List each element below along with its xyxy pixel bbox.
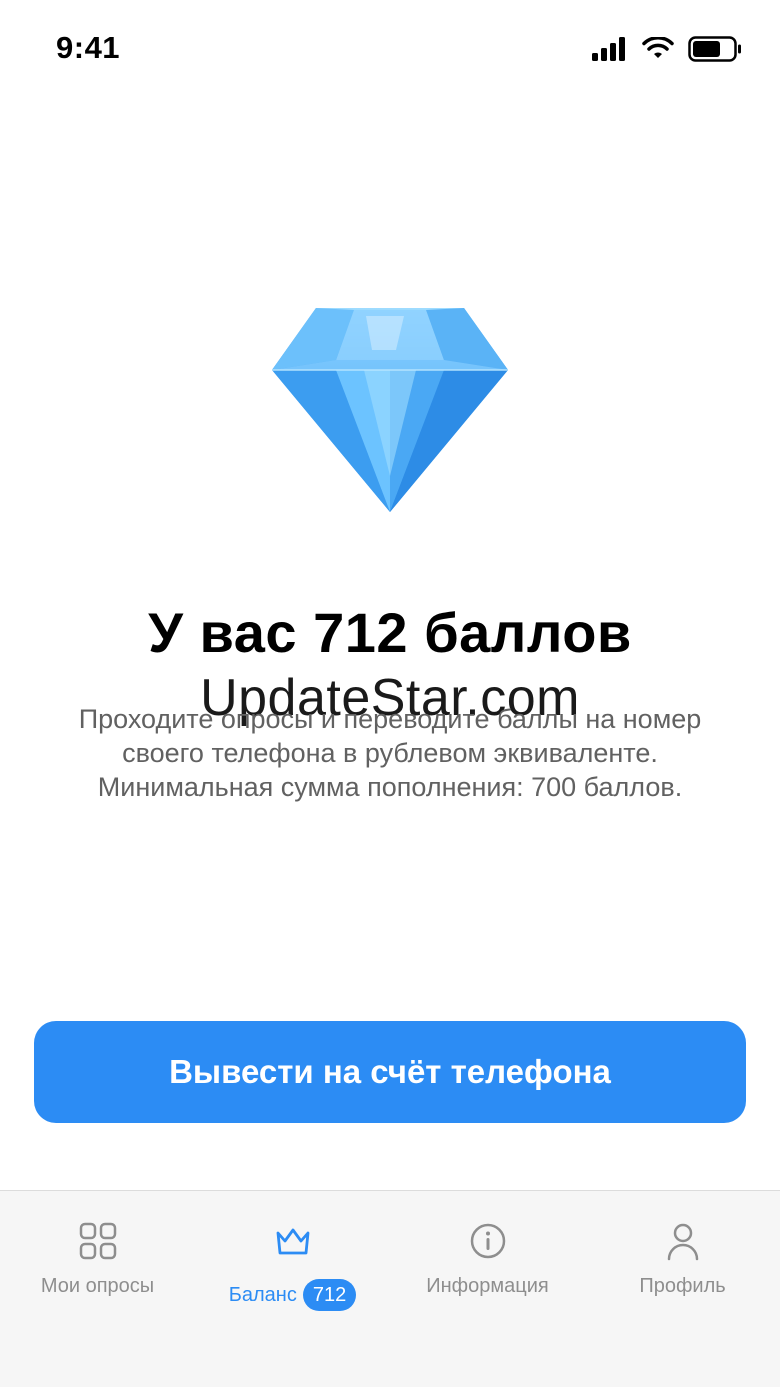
description-line: своего телефона в рублевом эквиваленте. [122,738,658,768]
tab-my-surveys[interactable]: Мои опросы [0,1191,195,1331]
diamond-icon [272,308,508,512]
tab-profile[interactable]: Профиль [585,1191,780,1331]
description-line: Минимальная сумма пополнения: 700 баллов… [97,772,683,802]
tab-label-wrap: Баланс 712 [195,1279,390,1311]
info-icon [470,1223,505,1259]
signal-icon [592,37,625,61]
balance-title: У вас 712 баллов [148,601,632,664]
withdraw-to-phone-button[interactable]: Вывести на счёт телефона [34,1021,746,1123]
tab-label: Мои опросы [40,1275,155,1297]
tab-label: Баланс [228,1283,297,1306]
user-icon [667,1223,698,1261]
status-icons [592,36,742,62]
description-line: Проходите опросы и переводите баллы на н… [78,704,702,734]
tab-information[interactable]: Информация [390,1191,585,1331]
crown-icon [276,1228,309,1255]
tab-balance[interactable]: Баланс 712 [195,1191,390,1331]
balance-description: Проходите опросы и переводите баллы на н… [30,702,750,804]
tab-bar: Мои опросы Баланс 712 Информация Профиль [0,1190,780,1387]
wifi-icon [642,37,674,58]
status-time: 9:41 [56,30,121,65]
grid-icon [79,1222,116,1260]
tab-label: Профиль [639,1275,726,1297]
tab-label: Информация [426,1275,549,1297]
battery-icon [688,36,741,62]
balance-badge: 712 [302,1279,357,1311]
status-bar: 9:41 [0,0,780,100]
